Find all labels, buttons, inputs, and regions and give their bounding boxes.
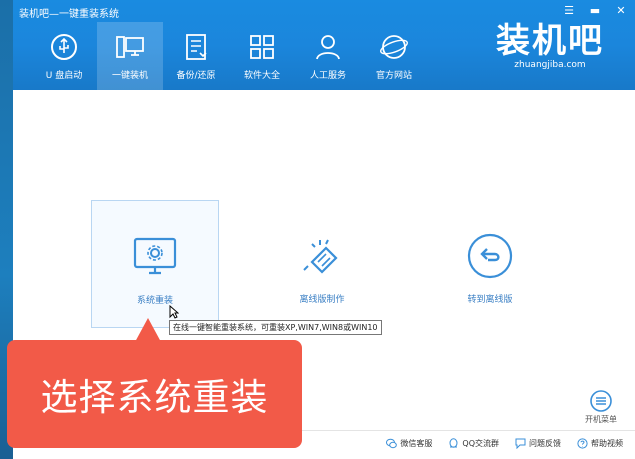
nav-label: 一键装机 bbox=[111, 71, 148, 81]
callout-text: 选择系统重装 bbox=[40, 376, 269, 419]
window-controls: ☰ ▬ ✕ bbox=[563, 5, 627, 16]
nav-item-backup-restore[interactable]: 备份/还原 bbox=[163, 22, 229, 90]
option-system-reinstall[interactable]: 系统重装 bbox=[91, 200, 219, 328]
option-go-offline[interactable]: 转到离线版 bbox=[426, 200, 554, 328]
footer-link-feedback[interactable]: 问题反馈 bbox=[515, 438, 561, 449]
qq-icon bbox=[449, 438, 458, 448]
backup-icon bbox=[186, 34, 207, 60]
nav-item-one-click-install[interactable]: 一键装机 bbox=[97, 22, 163, 90]
back-arrow-icon bbox=[467, 233, 513, 279]
option-label: 转到离线版 bbox=[467, 295, 513, 305]
boot-menu-label: 开机菜单 bbox=[585, 415, 617, 424]
boot-menu-button[interactable]: 开机菜单 bbox=[585, 390, 617, 425]
footer-label: 问题反馈 bbox=[529, 439, 561, 448]
nav-label: 人工服务 bbox=[309, 71, 346, 81]
instruction-callout: 选择系统重装 bbox=[7, 340, 302, 448]
feedback-icon bbox=[515, 438, 526, 449]
computer-icon bbox=[116, 36, 144, 58]
hamburger-icon bbox=[590, 390, 612, 412]
footer-link-help-video[interactable]: 帮助视频 bbox=[577, 438, 623, 449]
footer-label: 微信客服 bbox=[400, 439, 433, 448]
option-offline-build[interactable]: 离线版制作 bbox=[258, 200, 386, 328]
title-bar: 装机吧—一键重装系统 ☰ ▬ ✕ U 盘启动 一键装机 备份/还原 软件大全 人… bbox=[13, 0, 635, 90]
nav-label: 软件大全 bbox=[243, 71, 280, 81]
usb-icon bbox=[51, 34, 77, 60]
minimize-button[interactable]: ▬ bbox=[589, 5, 601, 16]
brand-logo: 装机吧 zhuangjiba.com bbox=[485, 20, 615, 70]
nav-label: U 盘启动 bbox=[45, 71, 83, 81]
footer-link-wechat[interactable]: 微信客服 bbox=[386, 438, 432, 449]
brand-title: 装机吧 bbox=[496, 21, 604, 61]
footer-links: 微信客服 QQ交流群 问题反馈 帮助视频 bbox=[386, 438, 623, 449]
person-icon bbox=[316, 35, 340, 60]
nav-item-usb-boot[interactable]: U 盘启动 bbox=[31, 22, 97, 90]
nav-item-official-site[interactable]: 官方网站 bbox=[361, 22, 427, 90]
footer-label: QQ交流群 bbox=[462, 439, 499, 448]
ethernet-plug-icon bbox=[303, 239, 338, 274]
main-nav: U 盘启动 一键装机 备份/还原 软件大全 人工服务 官方网站 bbox=[31, 22, 427, 90]
footer-link-qq[interactable]: QQ交流群 bbox=[448, 438, 499, 449]
globe-icon bbox=[380, 35, 408, 59]
grid-icon bbox=[250, 35, 274, 59]
tooltip: 在线一键智能重装系统，可重装XP,WIN7,WIN8或WIN10 bbox=[169, 320, 382, 335]
option-label: 系统重装 bbox=[136, 296, 173, 306]
monitor-gear-icon bbox=[133, 237, 177, 275]
help-icon bbox=[577, 438, 588, 449]
wechat-icon bbox=[386, 438, 398, 449]
nav-item-software[interactable]: 软件大全 bbox=[229, 22, 295, 90]
nav-item-human-service[interactable]: 人工服务 bbox=[295, 22, 361, 90]
nav-label: 官方网站 bbox=[375, 71, 412, 81]
option-label: 离线版制作 bbox=[299, 295, 345, 305]
footer-label: 帮助视频 bbox=[591, 439, 623, 448]
window-title: 装机吧—一键重装系统 bbox=[19, 9, 119, 20]
mouse-cursor-icon bbox=[169, 305, 179, 319]
nav-label: 备份/还原 bbox=[176, 71, 216, 81]
close-button[interactable]: ✕ bbox=[615, 5, 627, 16]
menu-icon[interactable]: ☰ bbox=[563, 5, 575, 16]
callout-pointer bbox=[135, 318, 161, 342]
